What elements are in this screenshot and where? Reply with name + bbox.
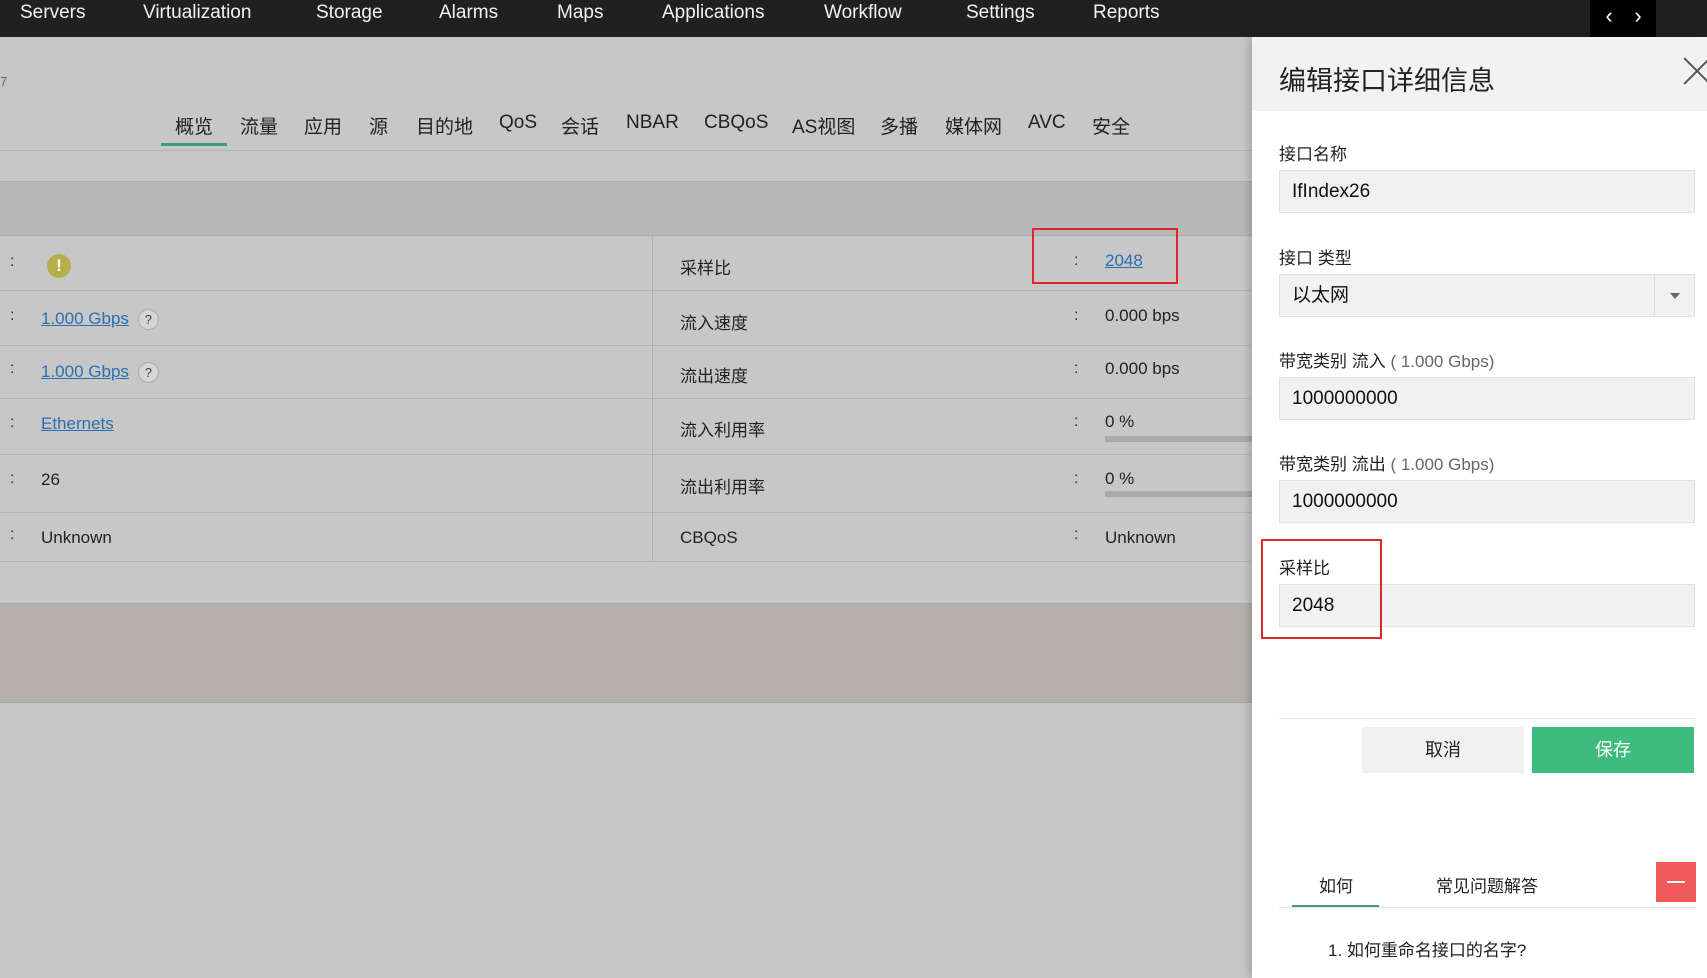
bandwidth-in-label: 带宽类别 流入 ( 1.000 Gbps) <box>1279 347 1494 372</box>
bandwidth-out-input[interactable] <box>1279 480 1695 523</box>
in-utilization-bar <box>1105 436 1252 442</box>
nav-item-alarms[interactable]: Alarms <box>439 0 498 26</box>
nav-item-applications[interactable]: Applications <box>662 0 764 26</box>
tab-as-view[interactable]: AS视图 <box>792 112 855 139</box>
status-value: Unknown <box>41 528 112 547</box>
bandwidth-in-label-text: 带宽类别 流入 <box>1279 352 1386 371</box>
bandwidth-out-label: 带宽类别 流出 ( 1.000 Gbps) <box>1279 450 1494 475</box>
out-utilization-label: 流出利用率 <box>680 478 765 497</box>
panel-title: 编辑接口详细信息 <box>1279 66 1495 96</box>
help-icon[interactable]: ? <box>137 309 159 331</box>
nav-item-servers[interactable]: Servers <box>20 0 85 26</box>
tab-traffic[interactable]: 流量 <box>240 112 278 139</box>
close-icon[interactable] <box>1683 57 1707 85</box>
out-utilization-value: 0 % <box>1105 469 1135 488</box>
edit-interface-panel: 编辑接口详细信息 接口名称 接口 类型 以太网 带宽类别 流入 ( 1.000 … <box>1252 37 1707 978</box>
bandwidth-out-value: 1.000 Gbps? <box>41 362 159 384</box>
tab-applications[interactable]: 应用 <box>304 112 342 139</box>
row-colon: : <box>10 360 15 377</box>
nav-item-reports[interactable]: Reports <box>1093 0 1160 26</box>
footer-band <box>0 603 1252 703</box>
interface-type-label: 接口 类型 <box>1279 249 1352 268</box>
table-row <box>0 399 1252 455</box>
row-colon: : <box>1074 360 1079 377</box>
nav-scroll-arrows: ‹ › <box>1590 0 1656 37</box>
bandwidth-in-hint: ( 1.000 Gbps) <box>1385 352 1495 371</box>
if-index-value: 26 <box>41 470 60 489</box>
tab-how-to[interactable]: 如何 <box>1292 872 1379 907</box>
row-colon: : <box>10 414 15 431</box>
row-colon: : <box>1074 526 1079 543</box>
out-speed-label: 流出速度 <box>680 367 748 386</box>
row-colon: : <box>1074 307 1079 324</box>
column-divider <box>652 236 653 562</box>
interface-name-input[interactable] <box>1279 170 1695 213</box>
save-button[interactable]: 保存 <box>1532 727 1694 773</box>
in-utilization-label: 流入利用率 <box>680 421 765 440</box>
row-colon: : <box>10 253 15 270</box>
bandwidth-out-hint: ( 1.000 Gbps) <box>1385 455 1495 474</box>
highlight-box-sampling-ratio <box>1032 228 1178 284</box>
nav-item-workflow[interactable]: Workflow <box>824 0 902 26</box>
warning-icon: ! <box>47 254 71 278</box>
bandwidth-in-value: 1.000 Gbps? <box>41 309 159 331</box>
interface-type-selected: 以太网 <box>1292 285 1350 306</box>
nav-item-settings[interactable]: Settings <box>966 0 1035 26</box>
bandwidth-out-link[interactable]: 1.000 Gbps <box>41 362 129 381</box>
cbqos-label: CBQoS <box>680 528 738 547</box>
breadcrumb-fragment: 7 <box>0 74 8 89</box>
in-speed-value: 0.000 bps <box>1105 306 1180 325</box>
in-utilization-value: 0 % <box>1105 412 1135 431</box>
tab-destination[interactable]: 目的地 <box>416 112 473 139</box>
tab-faq[interactable]: 常见问题解答 <box>1436 872 1538 897</box>
cancel-button[interactable]: 取消 <box>1362 727 1524 773</box>
cbqos-value: Unknown <box>1105 528 1176 547</box>
chevron-left-icon[interactable]: ‹ <box>1599 5 1619 27</box>
minimize-help-button[interactable] <box>1656 862 1696 902</box>
tab-multicast[interactable]: 多播 <box>880 112 918 139</box>
interface-type-link[interactable]: Ethernets <box>41 414 114 434</box>
row-colon: : <box>10 470 15 487</box>
highlight-box-sampling-field <box>1261 539 1382 639</box>
form-divider <box>1279 718 1695 719</box>
bandwidth-out-label-text: 带宽类别 流出 <box>1279 455 1386 474</box>
table-row <box>0 455 1252 513</box>
help-tabs: 如何 常见问题解答 <box>1279 860 1695 908</box>
out-utilization-bar <box>1105 491 1252 497</box>
table-row <box>0 346 1252 399</box>
chevron-right-icon[interactable]: › <box>1628 5 1648 27</box>
tab-source[interactable]: 源 <box>369 112 388 139</box>
panel-header: 编辑接口详细信息 <box>1252 37 1707 111</box>
top-navigation: Servers Virtualization Storage Alarms Ma… <box>0 0 1707 37</box>
tab-security[interactable]: 安全 <box>1092 112 1130 139</box>
row-colon: : <box>10 307 15 324</box>
tab-avc[interactable]: AVC <box>1028 112 1066 134</box>
nav-item-maps[interactable]: Maps <box>557 0 603 26</box>
tab-cbqos[interactable]: CBQoS <box>704 112 768 134</box>
interface-tabs: 概览 流量 应用 源 目的地 QoS 会话 NBAR CBQoS AS视图 多播… <box>0 100 1252 151</box>
interface-type-select[interactable]: 以太网 <box>1279 274 1695 317</box>
chevron-down-icon[interactable] <box>1654 275 1694 316</box>
tab-medianet[interactable]: 媒体网 <box>945 112 1002 139</box>
tab-overview[interactable]: 概览 <box>160 112 228 146</box>
in-speed-label: 流入速度 <box>680 314 748 333</box>
sampling-ratio-label: 采样比 <box>680 259 731 278</box>
table-row <box>0 513 1252 562</box>
bandwidth-in-input[interactable] <box>1279 377 1695 420</box>
out-speed-value: 0.000 bps <box>1105 359 1180 378</box>
help-icon[interactable]: ? <box>137 362 159 384</box>
faq-item[interactable]: 1. 如何重命名接口的名字? <box>1328 936 1526 961</box>
tab-nbar[interactable]: NBAR <box>626 112 679 134</box>
row-colon: : <box>10 526 15 543</box>
row-colon: : <box>1074 470 1079 487</box>
row-colon: : <box>1074 413 1079 430</box>
nav-item-virtualization[interactable]: Virtualization <box>143 0 251 26</box>
interface-name-label: 接口名称 <box>1279 145 1347 164</box>
tab-qos[interactable]: QoS <box>499 112 537 134</box>
nav-item-storage[interactable]: Storage <box>316 0 383 26</box>
tab-conversation[interactable]: 会话 <box>561 112 599 139</box>
table-row <box>0 291 1252 346</box>
bandwidth-in-link[interactable]: 1.000 Gbps <box>41 309 129 328</box>
